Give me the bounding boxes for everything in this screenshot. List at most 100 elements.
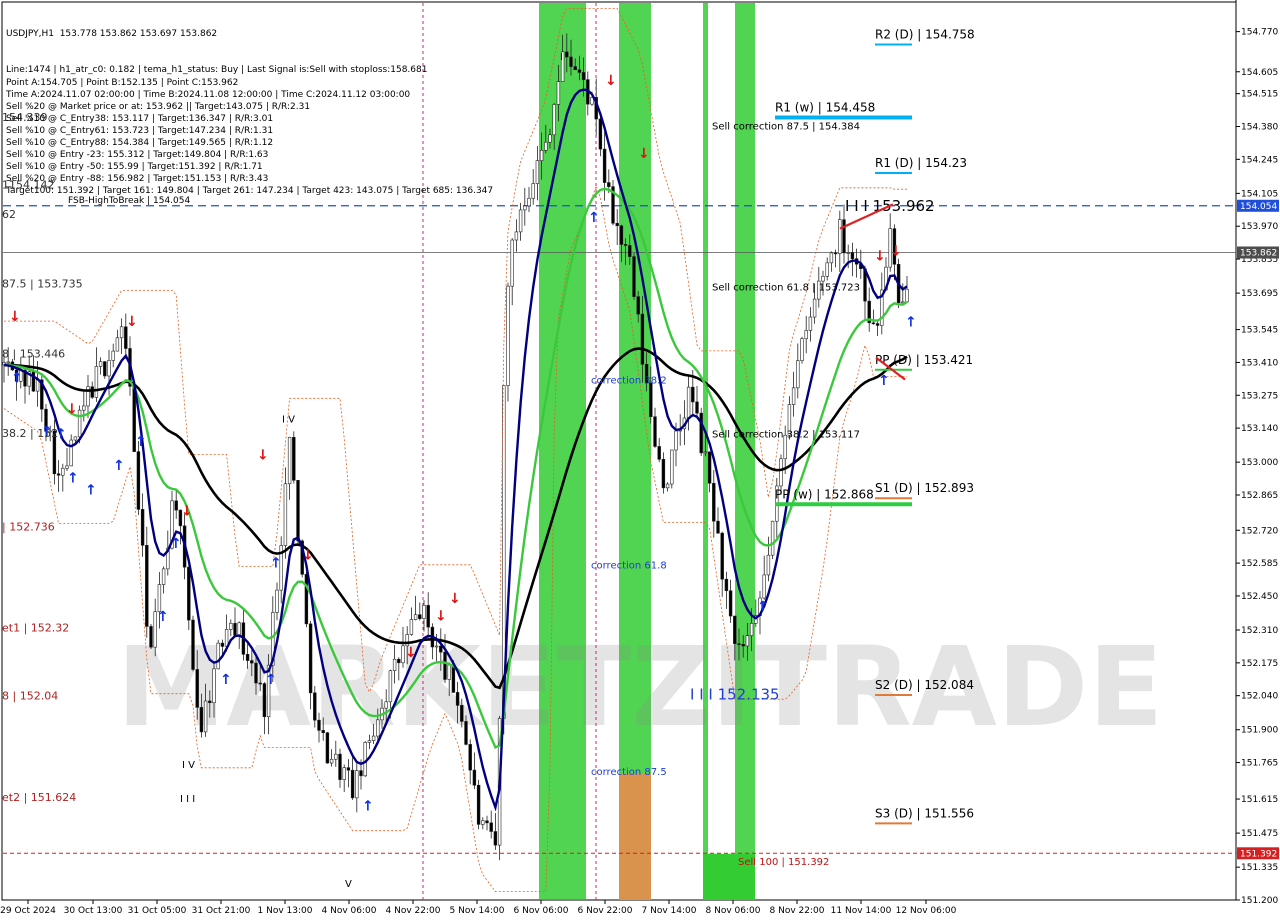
sell-signal-arrow: ↓ [181,504,193,520]
x-tick-label: 4 Nov 22:00 [386,906,441,916]
candle-body [846,252,850,254]
candle-body [418,614,422,619]
candle-body [703,451,708,454]
wave-annotation: correction 61.8 [591,560,667,571]
candle-body [733,615,737,644]
candle-body [250,660,254,664]
candle-body [628,245,632,257]
candle-body [145,545,149,627]
buy-signal-arrow: ↑ [170,536,182,552]
candle-body [838,219,842,254]
y-tick-label: 154.105 [1241,189,1278,199]
candle-body [216,642,220,670]
buy-signal-arrow: ↑ [588,210,600,226]
candle-body [674,430,678,451]
candle-body [342,767,346,780]
candle-body [527,197,531,207]
buy-signal-arrow: ↑ [878,373,890,389]
candle-body [262,683,267,718]
candle-body [825,262,829,277]
candle-body [94,366,99,398]
x-tick-label: 31 Oct 05:00 [128,906,187,916]
candle-body [749,623,754,636]
y-tick-label: 151.615 [1241,795,1278,805]
x-tick-label: 30 Oct 13:00 [64,906,123,916]
x-tick-label: 31 Oct 21:00 [192,906,251,916]
candle-body [476,784,481,825]
candle-body [569,56,573,67]
sell-signal-arrow: ↓ [126,314,138,330]
info-line: Time A:2024.11.07 02:00:00 | Time B:2024… [6,89,411,100]
wave-annotation: Sell correction 38.2 | 153.117 [712,430,860,441]
left-level-label: 87.5 | 153.735 [2,277,83,290]
candle-body [661,458,666,489]
symbol-header: USDJPY,H1 153.778 153.862 153.697 153.86… [6,29,218,40]
candle-body [220,642,225,647]
x-tick-label: 8 Nov 06:00 [706,906,761,916]
candle-body [69,439,73,467]
candle-body [518,209,523,233]
left-level-label: 8 | 152.04 [2,690,58,703]
info-line: Sell %10 @ Entry -23: 155.312 | Target:1… [6,150,269,161]
candle-body [829,252,834,264]
wave-annotation: Sell correction 61.8 | 153.723 [712,282,860,293]
y-tick-label: 151.335 [1241,863,1278,873]
candle-body [686,386,691,419]
candle-body [397,658,401,664]
candle-body [800,338,804,361]
candle-body [636,296,640,315]
wave-annotation: I V [282,414,295,425]
candle-body [451,664,456,693]
wave-annotation: I I I [180,794,195,805]
buy-signal-arrow: ↑ [135,434,147,450]
candle-body [653,416,657,447]
candle-body [392,658,397,672]
candle-body [720,532,724,580]
candle-body [426,605,430,628]
candle-body [615,222,619,227]
candle-body [388,670,393,703]
x-tick-label: 8 Nov 22:00 [770,906,825,916]
candle-body [455,692,460,706]
pivot-level-label: PP (D) | 153.421 [875,353,973,367]
info-lines: Line:1474 | h1_atr_c0: 0.182 | tema_h1_s… [6,64,493,197]
buy-signal-arrow: ↑ [270,555,282,571]
wave-annotation: V [345,879,352,890]
candle-body [224,629,229,647]
sell-signal-arrow: ↓ [638,146,650,162]
candle-body [329,758,334,764]
candle-body [670,449,674,485]
candle-body [443,651,447,680]
y-tick-label: 153.410 [1241,358,1278,368]
y-tick-label: 151.200 [1241,896,1278,906]
candle-body [821,276,825,282]
left-level-label: et2 | 151.624 [2,791,76,804]
buy-signal-arrow: ↑ [113,458,125,474]
candle-body [413,614,418,620]
y-tick-label: 151.475 [1241,829,1278,839]
y-tick-label: 152.310 [1241,626,1278,636]
info-line: Sell %10 @ C_Entry88: 154.384 | Target:1… [6,138,274,149]
buy-signal-arrow: ↑ [157,609,169,625]
candle-body [875,323,880,326]
chart-area[interactable]: MARKETZITRADE 154.770 154.605 154.515 154.38… [0,0,1280,920]
y-tick-label: 153.275 [1241,391,1278,401]
candle-body [833,252,838,255]
candle-body [640,313,645,365]
y-tick-label: 153.970 [1241,222,1278,232]
candle-body [61,467,65,476]
x-tick-label: 1 Nov 13:00 [258,906,313,916]
candle-body [493,831,498,846]
candle-body [321,730,325,734]
y-tick-label: 153.695 [1241,289,1278,299]
candle-body [737,643,741,645]
candle-body [367,740,372,743]
sell-signal-arrow: ↓ [257,448,269,464]
candle-body [82,405,86,411]
candle-body [65,465,69,469]
candle-body [308,623,313,694]
x-tick-label: 6 Nov 22:00 [578,906,633,916]
candle-body [649,382,653,418]
y-tick-label: 152.585 [1241,559,1278,569]
wave-annotation: Sell correction 87.5 | 154.384 [712,122,860,133]
